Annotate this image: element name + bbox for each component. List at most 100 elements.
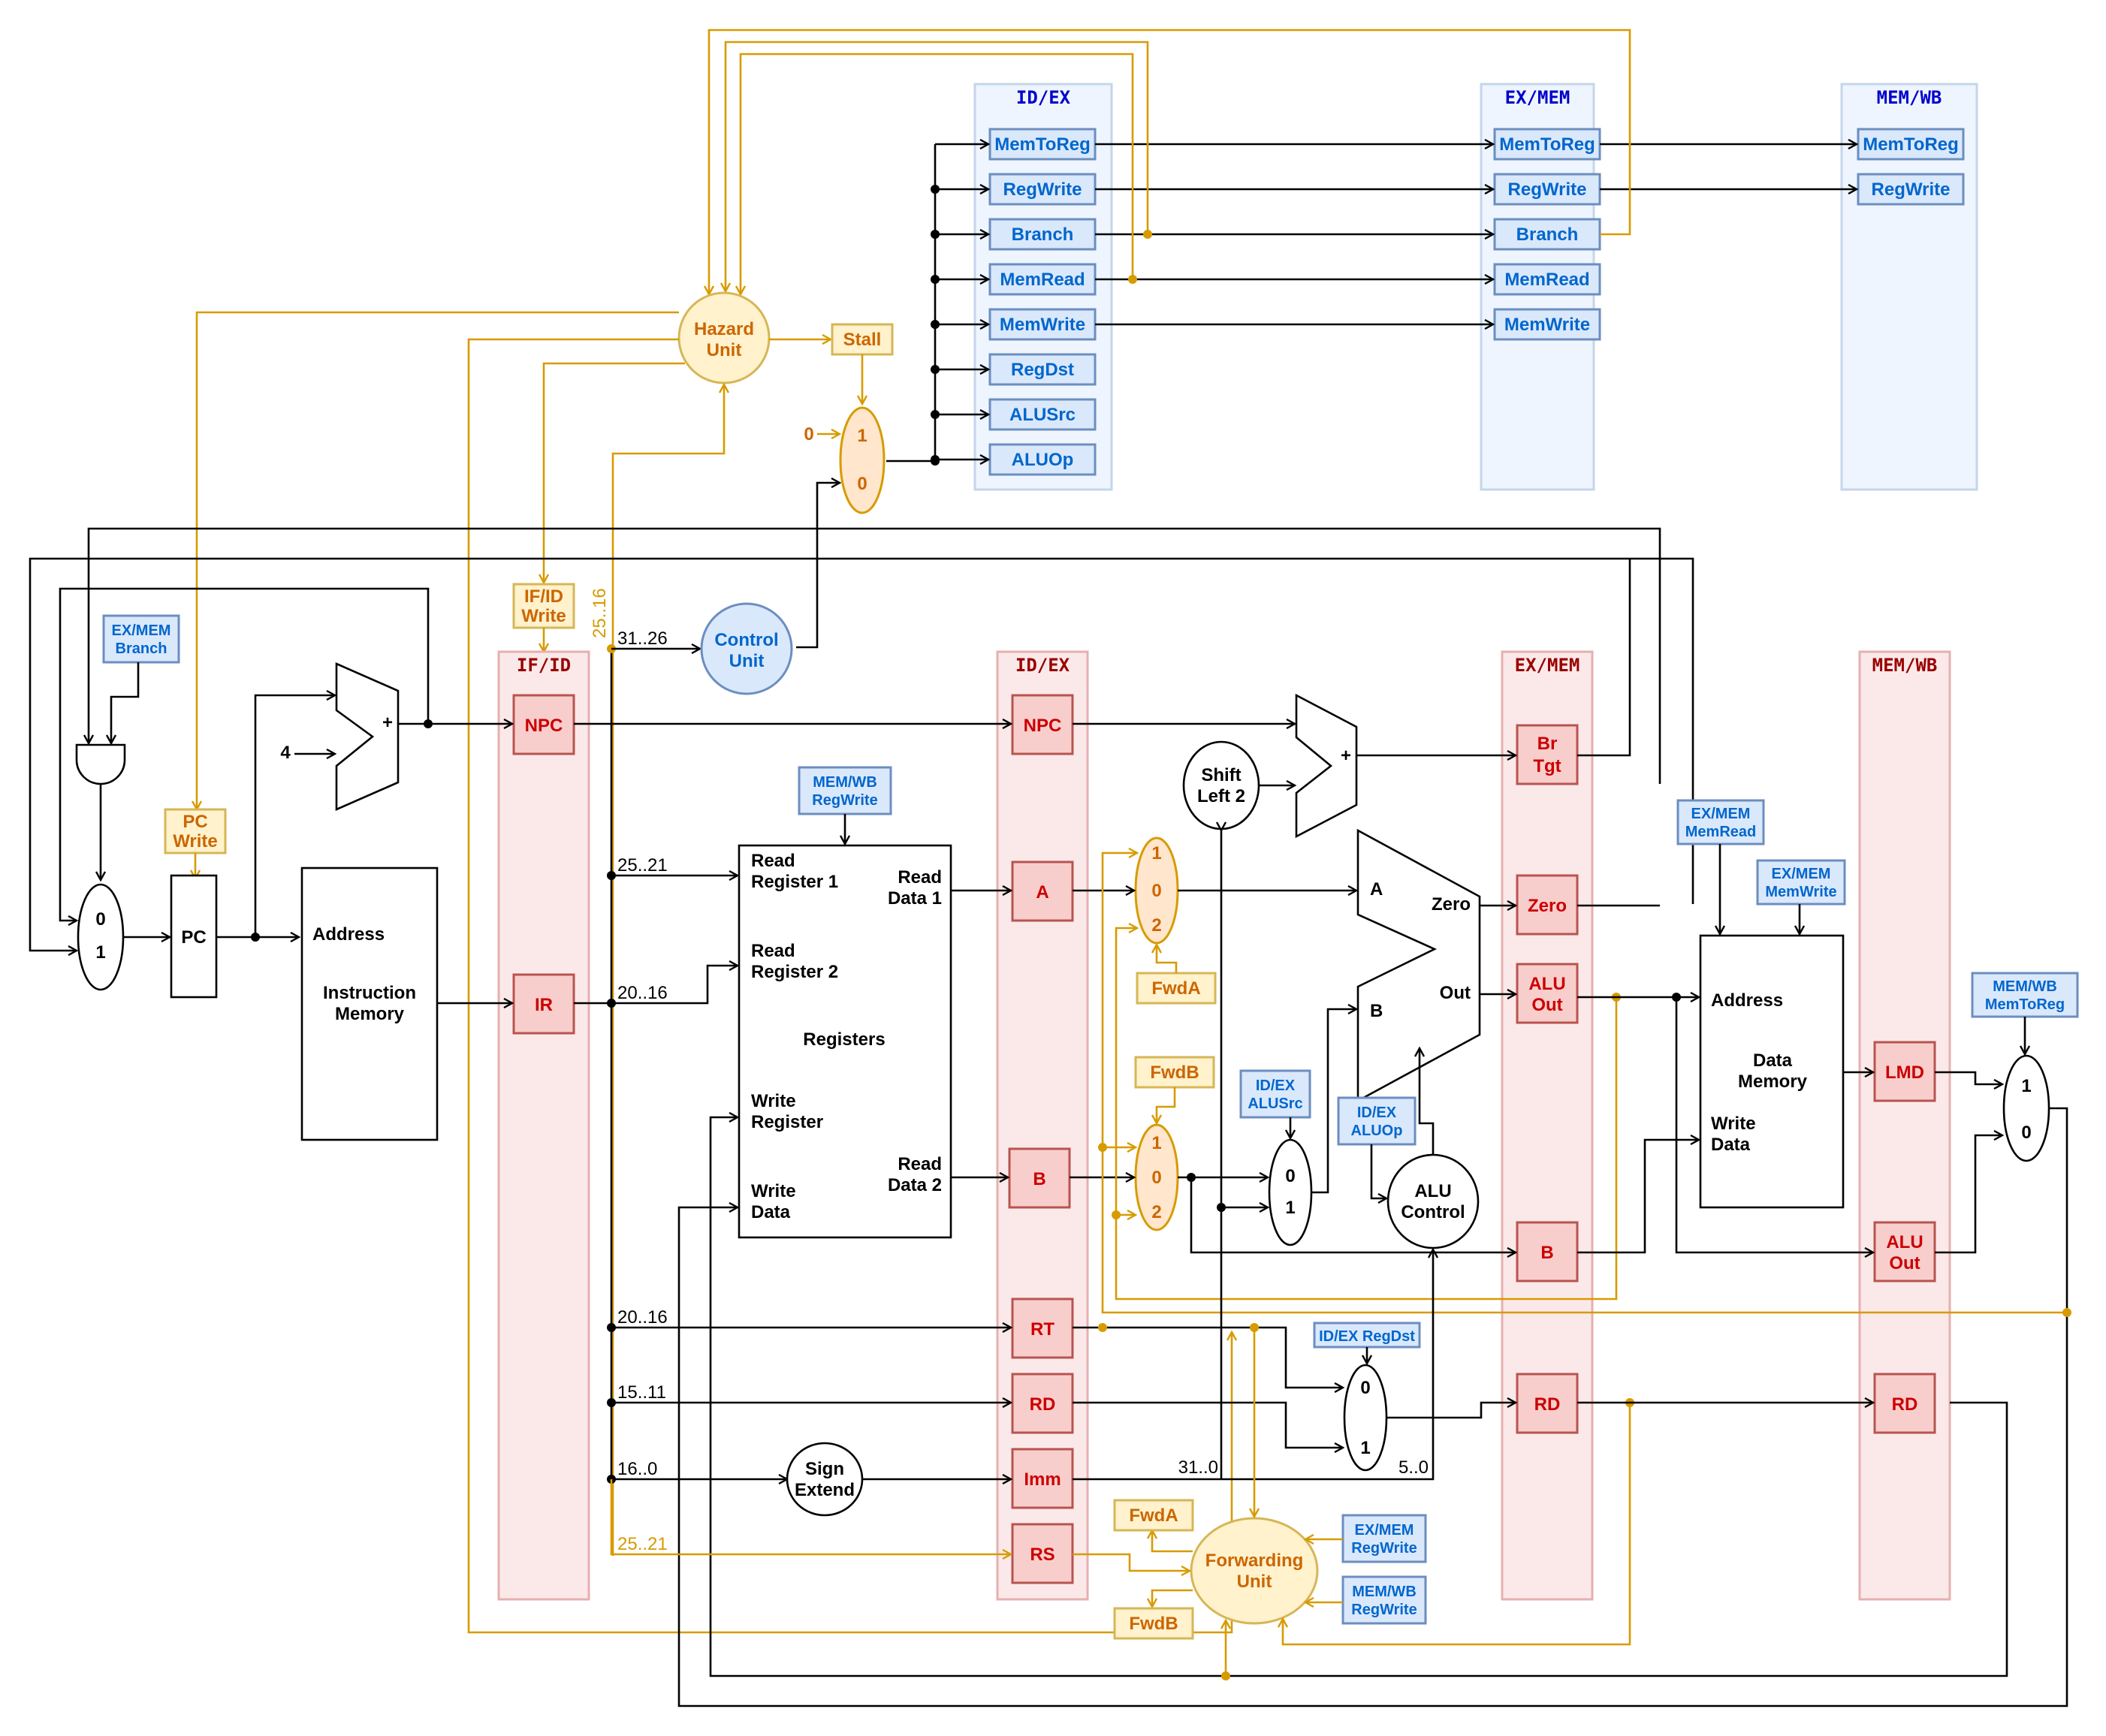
control-unit-label-1: Control bbox=[714, 630, 778, 650]
memwb-aluout-label-2: Out bbox=[1889, 1253, 1920, 1273]
idex-aluop-label-1: ID/EX bbox=[1357, 1105, 1397, 1121]
fwdb-label: FwdB bbox=[1150, 1062, 1199, 1083]
idex-memtoreg: MemToReg bbox=[994, 134, 1091, 155]
rf-rd2-b: Data 2 bbox=[888, 1175, 942, 1195]
control-unit: Control Unit bbox=[700, 602, 793, 695]
fwdb-out-label: FwdB bbox=[1129, 1614, 1178, 1634]
exmem-regwrite-fu-2: RegWrite bbox=[1351, 1540, 1417, 1557]
stall-mux-in0: 0 bbox=[857, 474, 867, 494]
memwb-regwrite-rf-1: MEM/WB bbox=[813, 774, 877, 791]
bits-16-0: 16..0 bbox=[617, 1459, 657, 1479]
exmem-memtoreg: MemToReg bbox=[1499, 134, 1595, 155]
memwb-regwrite-rf-label: MEM/WB RegWrite bbox=[798, 766, 892, 815]
exmem-branch: Branch bbox=[1516, 225, 1579, 245]
exmem-rd-label: RD bbox=[1534, 1394, 1561, 1415]
hazard-unit: Hazard Unit bbox=[677, 291, 771, 384]
exmem-b-label: B bbox=[1540, 1243, 1553, 1263]
exmem-title: EX/MEM bbox=[1515, 655, 1580, 676]
dmem-wd-1: Write bbox=[1711, 1114, 1756, 1134]
imem-name-2: Memory bbox=[335, 1004, 405, 1024]
idex-regdst-text: ID/EX RegDst bbox=[1319, 1328, 1415, 1345]
idex-alusrc-label-1: ID/EX bbox=[1256, 1077, 1296, 1094]
idex-npc-label: NPC bbox=[1024, 716, 1062, 736]
memwb-regwrite-fu-1: MEM/WB bbox=[1352, 1584, 1417, 1600]
bits-15-11: 15..11 bbox=[617, 1382, 666, 1403]
exmem-memread-label: EX/MEM MemRead bbox=[1676, 799, 1765, 845]
pc-mux-in0: 0 bbox=[95, 909, 105, 930]
ifid-write-label-2: Write bbox=[521, 606, 566, 626]
alu-input-b: B bbox=[1370, 1001, 1383, 1021]
memwb-memtoreg-label: MEM/WB MemToReg bbox=[1971, 972, 2079, 1018]
bits-31-26: 31..26 bbox=[617, 628, 668, 649]
dmem-name-1: Data bbox=[1753, 1050, 1793, 1071]
idex-b-label: B bbox=[1033, 1169, 1045, 1189]
exmem-zero-label: Zero bbox=[1528, 896, 1567, 916]
memwb-memtoreg-label-2: MemToReg bbox=[1985, 996, 2065, 1013]
memwb-regwrite: RegWrite bbox=[1872, 179, 1951, 200]
alu-control-label-1: ALU bbox=[1414, 1181, 1451, 1201]
writeback-mux: 1 0 bbox=[2002, 1054, 2050, 1162]
memwb-regwrite-fu-label: MEM/WB RegWrite bbox=[1341, 1575, 1427, 1625]
forwarding-unit: Forwarding Unit bbox=[1190, 1517, 1319, 1625]
alu-zero-output: Zero bbox=[1432, 894, 1471, 915]
memwb-regwrite-fu-2: RegWrite bbox=[1351, 1602, 1417, 1618]
rf-wd-a: Write bbox=[751, 1181, 796, 1201]
pc-write-label-1: PC bbox=[183, 812, 207, 832]
idex-a-label: A bbox=[1036, 882, 1048, 903]
imem-name-1: Instruction bbox=[323, 983, 416, 1003]
rf-rr1-a: Read bbox=[751, 851, 795, 871]
rf-wr-b: Register bbox=[751, 1112, 823, 1132]
idex-title: ID/EX bbox=[1015, 655, 1070, 676]
idex-aluop: ALUOp bbox=[1012, 450, 1074, 470]
fwda-out-label: FwdA bbox=[1129, 1505, 1178, 1526]
exmem-branch-label-2: Branch bbox=[116, 640, 167, 657]
exmem-memread: MemRead bbox=[1504, 270, 1589, 290]
wb-mux-in1: 1 bbox=[2021, 1076, 2031, 1096]
branch-adder bbox=[1295, 693, 1358, 839]
idex-regwrite: RegWrite bbox=[1003, 179, 1082, 200]
bits-5-0: 5..0 bbox=[1398, 1457, 1429, 1478]
pc-mux-in1: 1 bbox=[95, 942, 105, 963]
idex-regdst: RegDst bbox=[1011, 360, 1074, 380]
shift-left-label-2: Left 2 bbox=[1197, 786, 1245, 806]
forward-mux-a: 1 0 2 bbox=[1134, 836, 1179, 945]
ifid-write-signal: IF/ID Write bbox=[512, 583, 575, 629]
branch-and-gate bbox=[75, 743, 126, 785]
rf-rd1-a: Read bbox=[898, 867, 942, 888]
branch-adder-plus: + bbox=[1341, 746, 1351, 766]
fwd-mux-b-in0: 0 bbox=[1151, 1168, 1161, 1188]
ifid-column: IF/ID bbox=[497, 650, 590, 1601]
stall-label: Stall bbox=[843, 330, 882, 350]
memwb-column: MEM/WB bbox=[1858, 650, 1951, 1601]
pc-adder-plus: + bbox=[382, 713, 393, 733]
ifid-npc-label: NPC bbox=[525, 716, 563, 736]
exmem-aluout-label-2: Out bbox=[1531, 995, 1562, 1015]
exmem-branch-label: EX/MEM Branch bbox=[102, 614, 180, 664]
bits-25-21-hazard: 25..21 bbox=[617, 1534, 668, 1554]
alusrc-mux-in1: 1 bbox=[1285, 1198, 1295, 1218]
stall-mux-const: 0 bbox=[804, 424, 813, 445]
pc-label: PC bbox=[181, 927, 206, 948]
fwdb-signal: FwdB bbox=[1134, 1056, 1215, 1089]
fwd-mux-b-in1: 1 bbox=[1151, 1133, 1161, 1153]
sign-extend: Sign Extend bbox=[786, 1442, 864, 1517]
idex-rt-label: RT bbox=[1030, 1319, 1055, 1340]
memwb-memtoreg: MemToReg bbox=[1863, 134, 1959, 155]
rf-rr1-b: Register 1 bbox=[751, 872, 838, 892]
alu-control-label-2: Control bbox=[1401, 1202, 1465, 1222]
rf-rr2-b: Register 2 bbox=[751, 962, 838, 982]
idex-control-title: ID/EX bbox=[1016, 87, 1071, 108]
forward-mux-b: 1 0 2 bbox=[1134, 1123, 1179, 1231]
exmem-brtgt-label-1: Br bbox=[1537, 734, 1558, 754]
memwb-memtoreg-label-1: MEM/WB bbox=[1993, 978, 2057, 995]
ifid-write-label-1: IF/ID bbox=[524, 586, 563, 607]
rf-name: Registers bbox=[803, 1029, 885, 1050]
pc-write-label-2: Write bbox=[173, 831, 218, 851]
dmem-wd-2: Data bbox=[1711, 1135, 1751, 1155]
memwb-control-title: MEM/WB bbox=[1877, 87, 1942, 108]
imem-address-label: Address bbox=[312, 924, 385, 945]
bits-20-16-b: 20..16 bbox=[617, 1307, 668, 1328]
alusrc-mux: 0 1 bbox=[1268, 1138, 1313, 1246]
stall-mux: 1 0 bbox=[839, 406, 886, 514]
alu-input-a: A bbox=[1370, 879, 1383, 900]
